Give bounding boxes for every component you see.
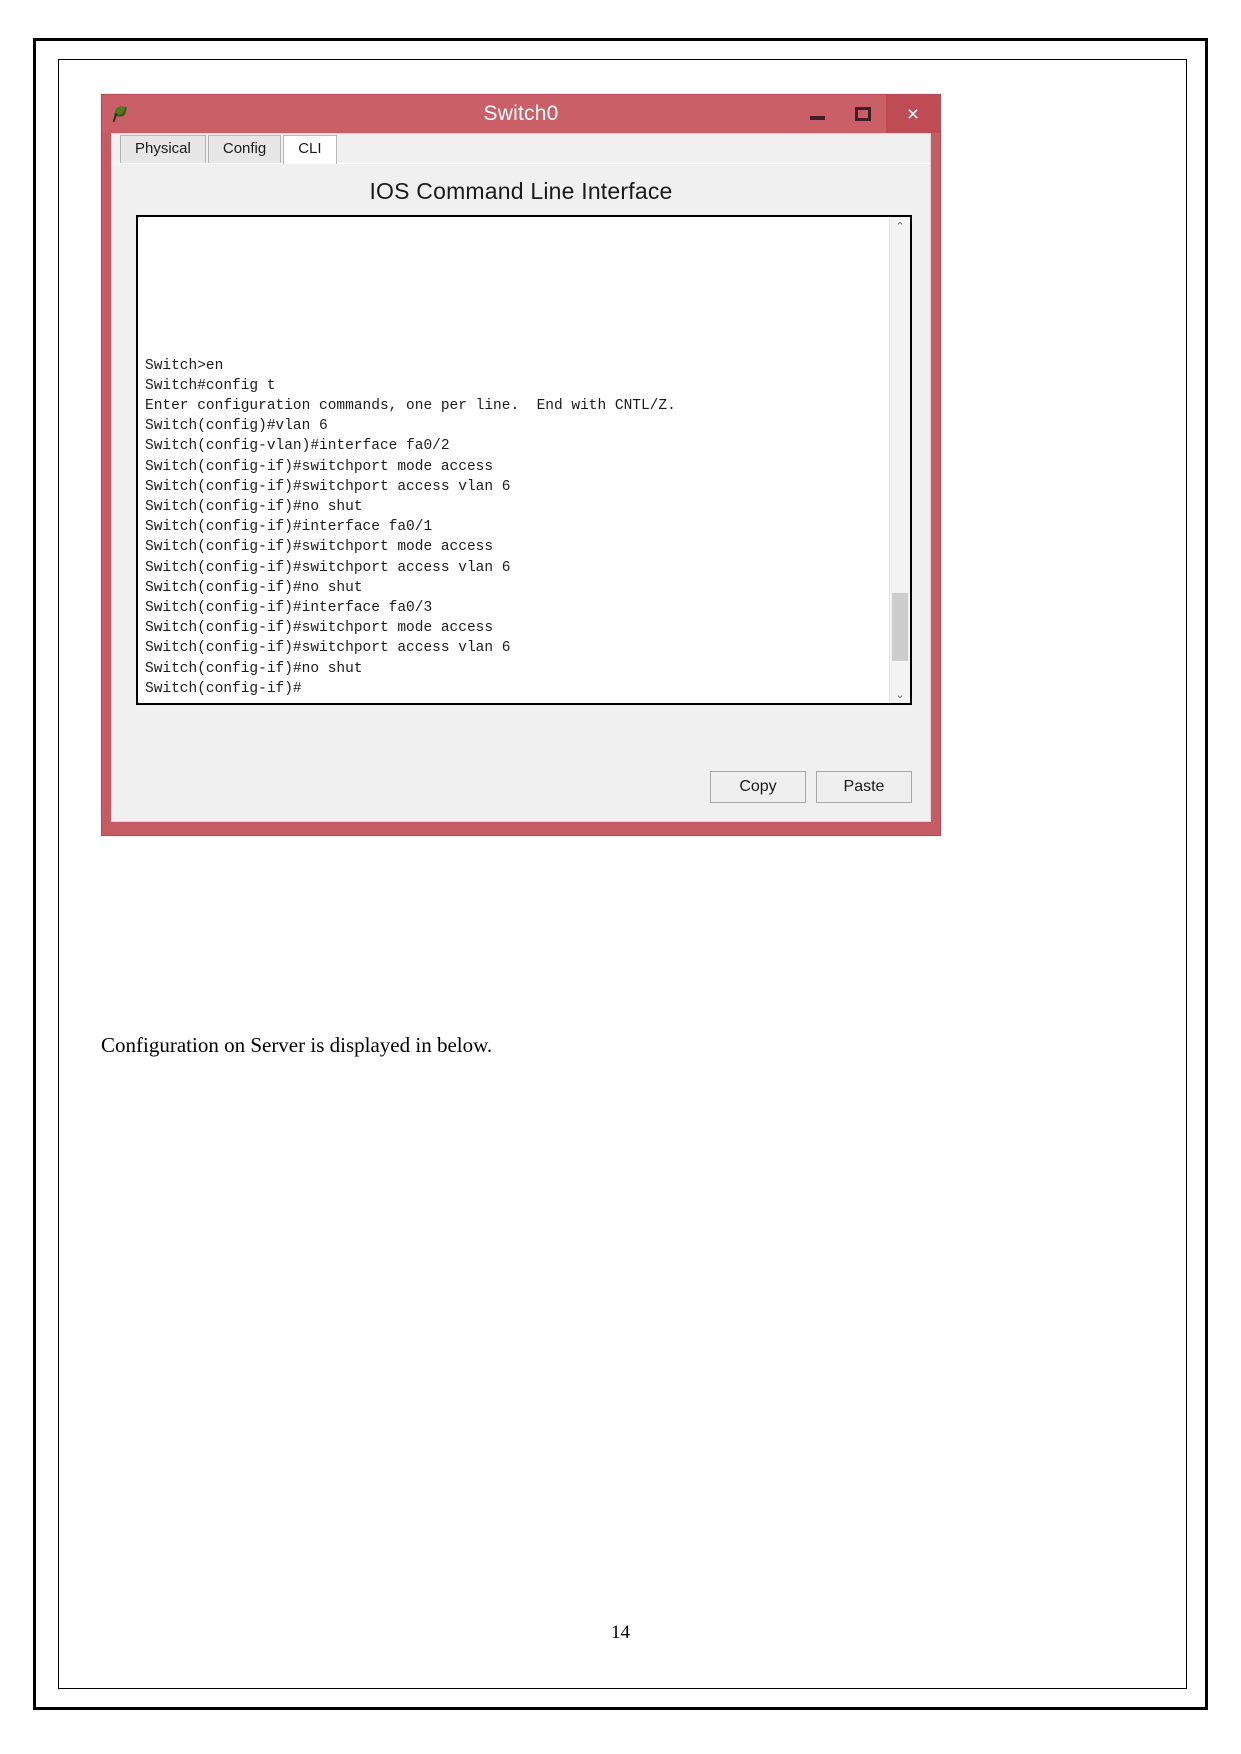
tab-physical[interactable]: Physical [120, 135, 206, 163]
tab-bar: Physical Config CLI [112, 134, 930, 164]
packet-tracer-icon [112, 104, 130, 123]
cli-scrollbar[interactable]: ⌃ ⌄ [889, 217, 910, 703]
maximize-button[interactable] [840, 95, 886, 133]
tab-config[interactable]: Config [207, 135, 282, 163]
body-caption: Configuration on Server is displayed in … [101, 1033, 493, 1057]
cli-terminal-output: Switch>en Switch#config t Enter configur… [145, 357, 676, 697]
window-titlebar[interactable]: Switch0 × [102, 95, 940, 133]
maximize-icon [855, 107, 871, 121]
tab-cli[interactable]: CLI [283, 135, 337, 164]
copy-button[interactable]: Copy [710, 771, 806, 803]
paste-button[interactable]: Paste [816, 771, 912, 803]
cli-heading: IOS Command Line Interface [369, 178, 673, 204]
minimize-button[interactable] [794, 95, 840, 133]
window-controls: × [794, 95, 940, 133]
page-number: 14 [611, 1622, 630, 1643]
packet-tracer-window: Switch0 × Physical Config CLI IOS Comman… [101, 94, 941, 836]
scroll-down-icon[interactable]: ⌄ [890, 685, 910, 703]
window-body: Physical Config CLI IOS Command Line Int… [111, 133, 931, 822]
minimize-icon [809, 116, 825, 120]
close-icon: × [906, 102, 920, 126]
cli-terminal[interactable]: Switch>en Switch#config t Enter configur… [136, 215, 912, 705]
scroll-up-icon[interactable]: ⌃ [890, 217, 910, 235]
cli-button-row: Copy Paste [710, 771, 912, 803]
scrollbar-thumb[interactable] [892, 593, 908, 661]
close-button[interactable]: × [886, 95, 940, 133]
cli-tab-panel: IOS Command Line Interface Switch>en Swi… [112, 163, 930, 821]
